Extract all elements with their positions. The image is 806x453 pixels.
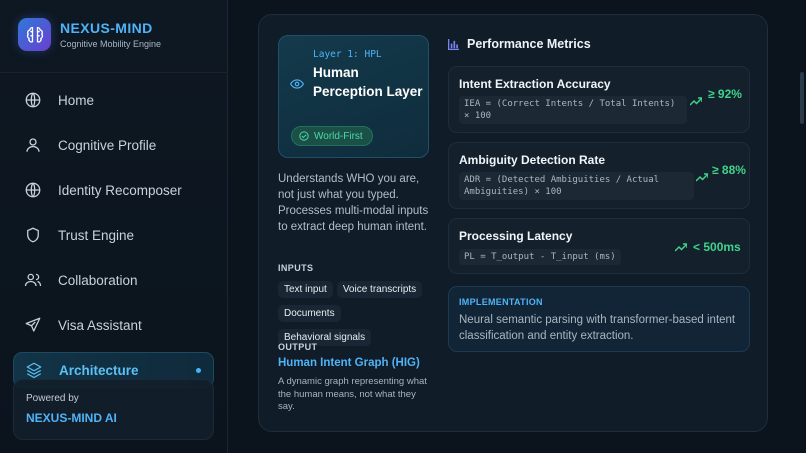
- sidebar-item-cognitive-profile[interactable]: Cognitive Profile: [13, 127, 214, 163]
- brand-title: NEXUS-MIND: [60, 20, 153, 36]
- eye-icon: [290, 79, 304, 89]
- layer-description: Understands WHO you are, not just what y…: [278, 173, 429, 233]
- metric-card: Intent Extraction Accuracy IEA = (Correc…: [448, 66, 750, 133]
- user-icon: [26, 138, 40, 152]
- sidebar-item-visa-assistant[interactable]: Visa Assistant: [13, 307, 214, 343]
- scrollbar-thumb[interactable]: [800, 72, 804, 124]
- metric-formula: ADR = (Detected Ambiguities / Actual Amb…: [459, 172, 694, 200]
- active-indicator: [196, 367, 201, 373]
- implementation-heading: IMPLEMENTATION: [459, 297, 543, 307]
- metric-value: ≥ 92%: [708, 87, 742, 101]
- input-chip: Documents: [278, 305, 341, 322]
- globe-icon: [25, 182, 41, 198]
- globe-icon: [25, 92, 41, 108]
- sidebar-item-trust-engine[interactable]: Trust Engine: [13, 217, 214, 253]
- brain-icon: [18, 18, 51, 51]
- layer-name: Human Perception Layer: [313, 65, 423, 99]
- sidebar-item-label: Home: [58, 92, 95, 108]
- shield-icon: [27, 227, 39, 243]
- bar-chart-icon: [448, 38, 459, 50]
- input-chip: Voice transcripts: [336, 281, 423, 298]
- inputs-list: Text input Voice transcriptsDocumentsBeha…: [278, 279, 438, 351]
- output-heading: OUTPUT: [278, 342, 318, 352]
- sidebar: NEXUS-MIND Cognitive Mobility Engine Hom…: [0, 0, 228, 453]
- implementation-text: Neural semantic parsing with transformer…: [459, 314, 736, 342]
- powered-by-name: NEXUS-MIND AI: [26, 411, 117, 425]
- sidebar-nav: Home Cognitive Profile Identity Recompos…: [13, 82, 214, 397]
- users-icon: [24, 273, 42, 287]
- sidebar-item-label: Architecture: [59, 362, 139, 378]
- metric-name: Intent Extraction Accuracy: [459, 77, 611, 91]
- inputs-heading: INPUTS: [278, 263, 314, 273]
- sidebar-item-label: Visa Assistant: [58, 317, 142, 333]
- implementation-card: IMPLEMENTATION Neural semantic parsing w…: [448, 286, 750, 352]
- trend-up-icon: [690, 97, 702, 106]
- layers-icon: [26, 362, 42, 379]
- metric-formula: PL = T_output - T_input (ms): [459, 249, 621, 265]
- input-chip: Text input: [278, 281, 333, 298]
- sidebar-item-label: Collaboration: [58, 272, 138, 288]
- layer-tag: Layer 1: HPL: [313, 49, 382, 60]
- metric-value: ≥ 88%: [712, 163, 746, 177]
- world-first-badge: World-First: [291, 126, 373, 146]
- metric-name: Processing Latency: [459, 229, 573, 243]
- sidebar-item-identity-recomposer[interactable]: Identity Recomposer: [13, 172, 214, 208]
- metrics-title-label: Performance Metrics: [467, 37, 591, 51]
- sidebar-item-label: Trust Engine: [58, 227, 135, 243]
- metrics-title: Performance Metrics: [448, 37, 591, 51]
- sidebar-item-home[interactable]: Home: [13, 82, 214, 118]
- metric-formula: IEA = (Correct Intents / Total Intents) …: [459, 96, 687, 124]
- layer-detail-panel: Layer 1: HPL Human Perception Layer Worl…: [258, 14, 768, 432]
- brand[interactable]: NEXUS-MIND Cognitive Mobility Engine: [18, 18, 161, 51]
- sidebar-item-collaboration[interactable]: Collaboration: [13, 262, 214, 298]
- sidebar-item-label: Identity Recomposer: [58, 182, 182, 198]
- layer-card[interactable]: Layer 1: HPL Human Perception Layer Worl…: [278, 35, 429, 158]
- metric-card: Ambiguity Detection Rate ADR = (Detected…: [448, 142, 750, 209]
- metric-value: < 500ms: [693, 240, 741, 254]
- divider: [0, 72, 228, 73]
- trend-up-icon: [675, 243, 687, 252]
- plane-icon: [25, 317, 41, 332]
- sidebar-item-label: Cognitive Profile: [58, 137, 157, 153]
- output-description: A dynamic graph representing what the hu…: [278, 376, 427, 412]
- metric-card: Processing Latency PL = T_output - T_inp…: [448, 218, 750, 274]
- output-name: Human Intent Graph (HIG): [278, 357, 420, 369]
- check-circle-icon: [299, 131, 309, 141]
- metric-name: Ambiguity Detection Rate: [459, 153, 606, 167]
- trend-up-icon: [696, 173, 708, 182]
- brand-subtitle: Cognitive Mobility Engine: [60, 39, 162, 49]
- badge-label: World-First: [314, 130, 363, 142]
- powered-by-label: Powered by: [26, 393, 79, 404]
- powered-by-card: Powered by NEXUS-MIND AI: [13, 379, 214, 440]
